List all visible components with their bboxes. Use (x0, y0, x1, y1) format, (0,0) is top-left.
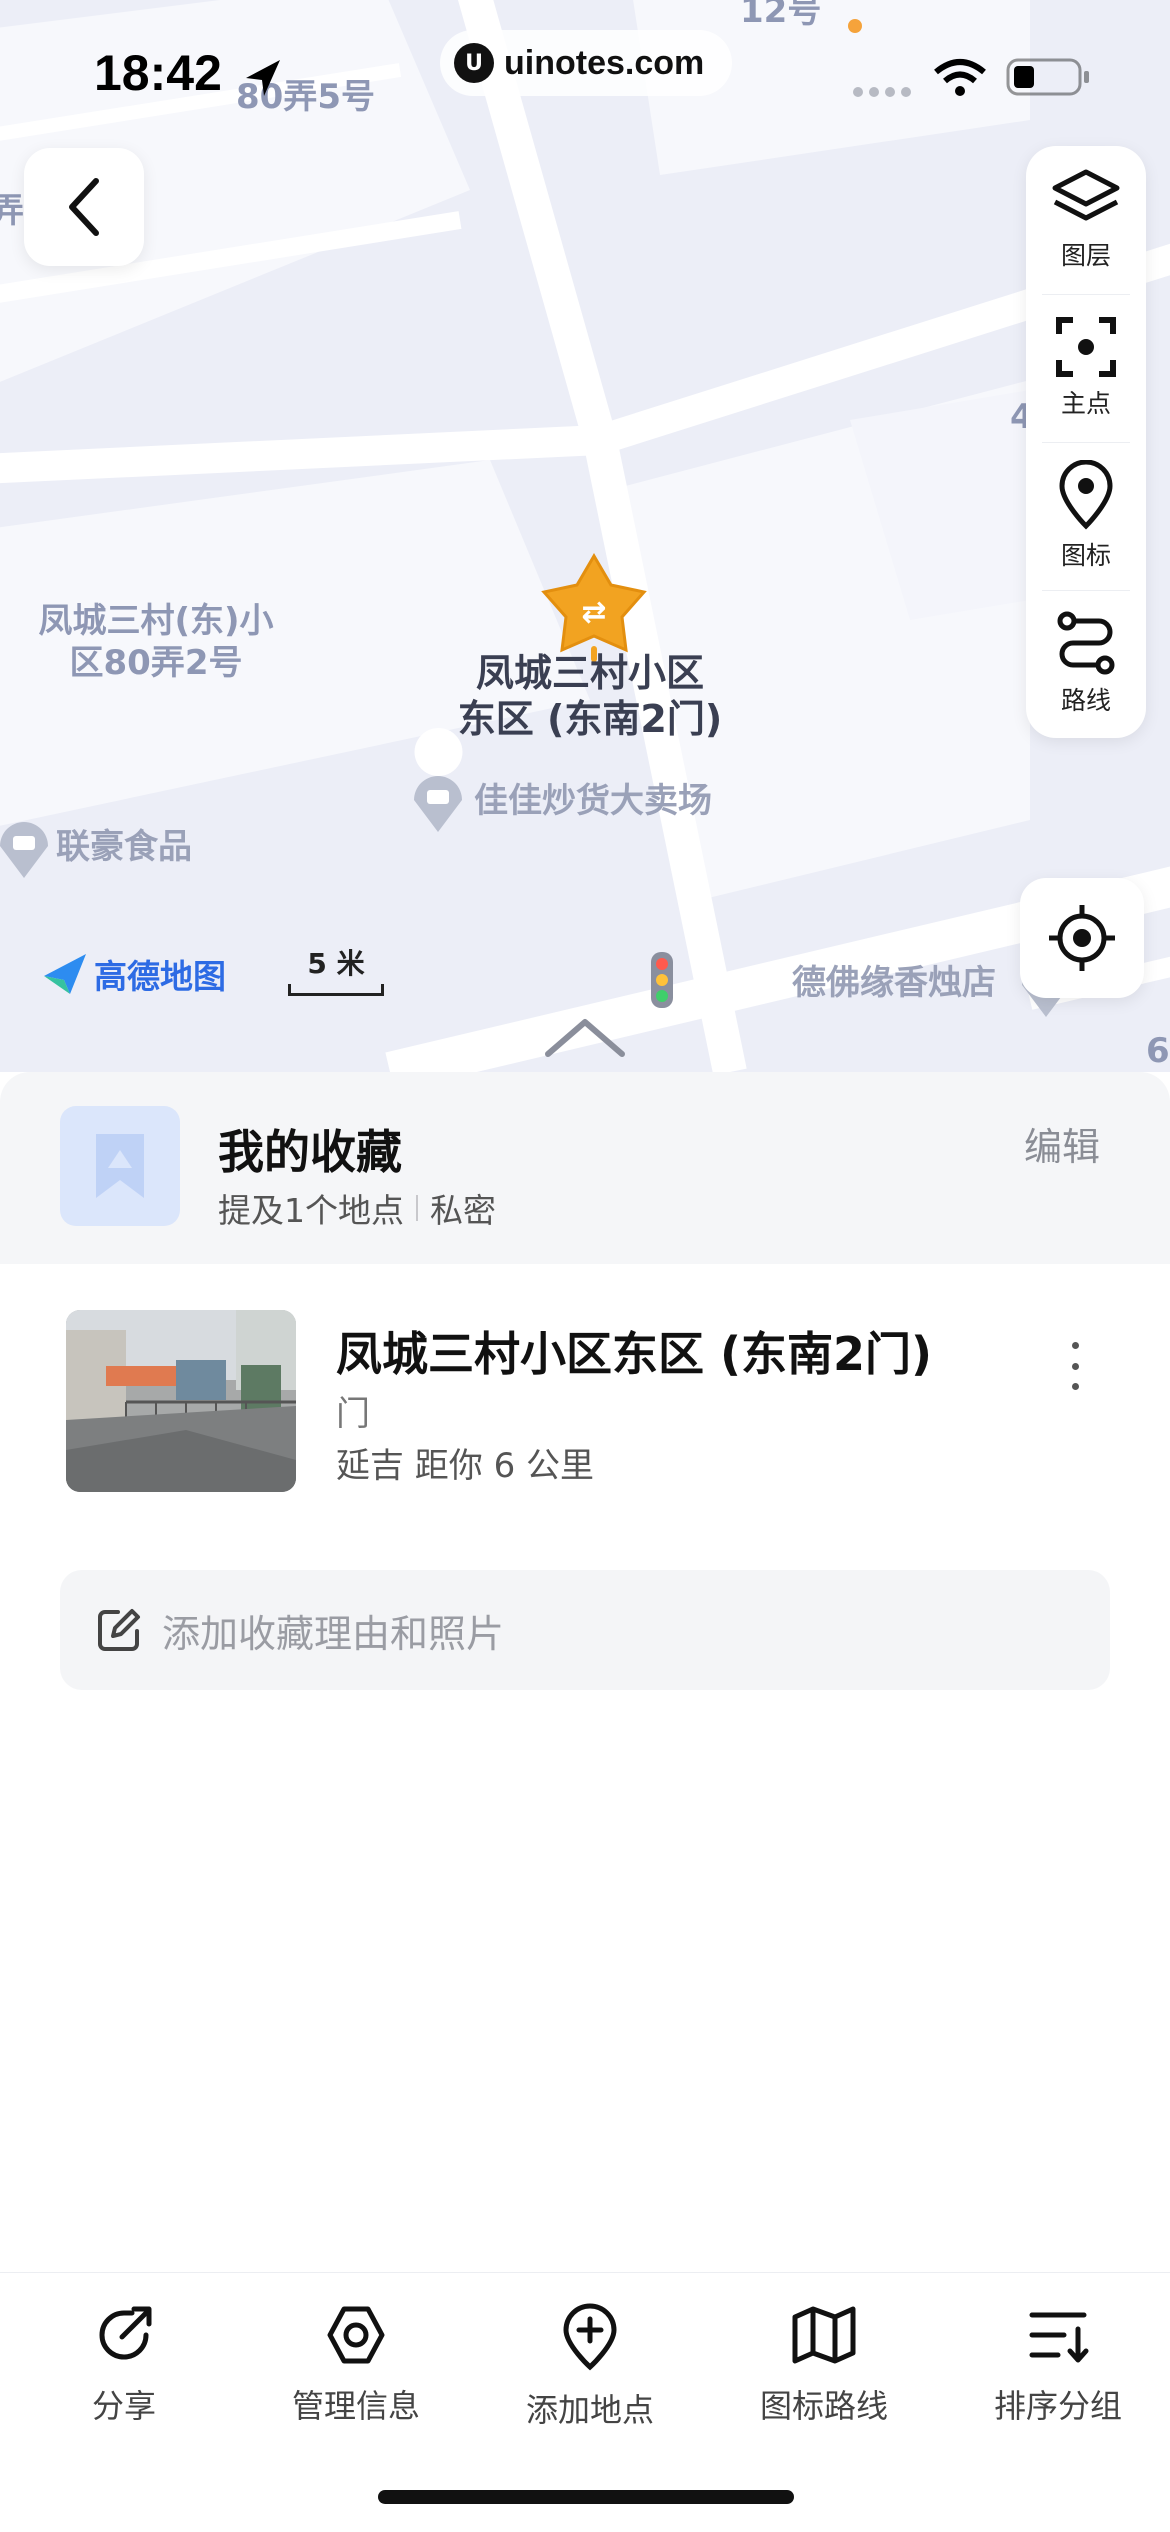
add-location-button[interactable]: 添加地点 (500, 2303, 680, 2431)
map-background: ⇄ (0, 0, 1170, 1072)
manage-info-button[interactable]: 管理信息 (266, 2303, 446, 2427)
favorites-count: 提及1个地点 (218, 1191, 404, 1230)
layers-button[interactable]: 图层 (1026, 146, 1146, 294)
share-icon (99, 2306, 152, 2360)
add-location-icon (563, 2303, 617, 2371)
location-arrow-icon (246, 60, 280, 96)
settings-hexagon-icon (327, 2306, 385, 2364)
map-tool-panel: 图层 主点 图标 路线 (1026, 146, 1146, 738)
share-label: 分享 (91, 2387, 156, 2425)
favorites-privacy: 私密 (430, 1191, 496, 1230)
map-brand-name: 高德地图 (94, 957, 226, 996)
favorites-cover[interactable] (60, 1106, 180, 1226)
back-button[interactable] (24, 148, 144, 266)
route-icon (1057, 611, 1115, 675)
route-button[interactable]: 路线 (1026, 590, 1146, 738)
focus-point-label: 主点 (1060, 389, 1111, 418)
favorites-title: 我的收藏 (218, 1125, 402, 1179)
place-name: 凤城三村小区东区 (东南2门) (336, 1327, 933, 1381)
selected-place-label-line1: 凤城三村小区 (475, 651, 704, 695)
map-area-label: 12号 (740, 0, 822, 31)
icon-pin-label: 图标 (1060, 541, 1111, 570)
locate-me-button[interactable] (1020, 878, 1144, 998)
edit-button[interactable]: 编辑 (1024, 1116, 1100, 1171)
map-scale-text: 5 米 (307, 947, 365, 980)
url-text: uinotes.com (504, 43, 705, 82)
place-type: 门 (336, 1394, 370, 1434)
poi-label[interactable]: 佳佳炒货大卖场 (474, 780, 712, 822)
status-time: 18:42 (94, 45, 222, 101)
layers-icon (1052, 169, 1120, 221)
signal-dots-icon (853, 87, 911, 97)
icon-pin-button[interactable]: 图标 (1026, 442, 1146, 590)
svg-text:⇄: ⇄ (581, 595, 606, 630)
sort-group-button[interactable]: 排序分组 (968, 2303, 1148, 2427)
more-dots-icon (1071, 1342, 1079, 1349)
icon-route-label: 图标路线 (759, 2387, 888, 2425)
map-scale: 5 米 (288, 942, 384, 996)
crosshair-icon (1049, 905, 1115, 971)
selected-place-label[interactable]: 凤城三村小区 东区 (东南2门) (440, 650, 740, 742)
map-area-label: 6 (1146, 1031, 1170, 1071)
add-note-placeholder: 添加收藏理由和照片 (162, 1611, 505, 1656)
place-list-item[interactable]: 凤城三村小区东区 (东南2门) 门 延吉 距你 6 公里 (0, 1298, 1170, 1498)
map-area-label: 弄 (0, 191, 24, 231)
place-photo (66, 1310, 296, 1492)
chevron-left-icon (69, 178, 99, 236)
url-pill[interactable]: U uinotes.com (440, 30, 732, 96)
place-meta: 延吉 距你 6 公里 (336, 1446, 595, 1486)
poi-label[interactable]: 德佛缘香烛店 (792, 962, 996, 1004)
selected-place-label-line2: 东区 (东南2门) (457, 697, 723, 741)
edit-pencil-icon (98, 1609, 140, 1651)
poi-label[interactable]: 联豪食品 (56, 826, 192, 868)
amap-logo-icon (44, 954, 86, 994)
map-area-label: 凤城三村(东)小区80弄2号 (38, 601, 274, 683)
share-button[interactable]: 分享 (34, 2303, 214, 2427)
place-thumbnail[interactable] (66, 1310, 296, 1492)
map-route-icon (792, 2306, 856, 2364)
sort-group-label: 排序分组 (993, 2387, 1122, 2425)
add-note-field[interactable]: 添加收藏理由和照片 (60, 1570, 1110, 1690)
traffic-light-icon (651, 952, 673, 1008)
location-pin-icon (1059, 460, 1113, 530)
icon-route-button[interactable]: 图标路线 (734, 2303, 914, 2427)
wifi-icon (934, 59, 986, 96)
focus-point-icon (1056, 317, 1116, 377)
battery-icon (1006, 58, 1089, 96)
focus-point-button[interactable]: 主点 (1026, 294, 1146, 442)
chevron-up-icon[interactable] (542, 1014, 628, 1060)
favorites-subtitle: 提及1个地点 私密 (218, 1184, 496, 1232)
bookmark-icon (96, 1134, 144, 1198)
map-view[interactable]: ⇄ 80弄5号 12号 凤城三村(东)小区80弄2号 6 弄 4 凤城三村小区 … (0, 0, 1170, 1072)
manage-info-label: 管理信息 (291, 2387, 420, 2425)
layers-label: 图层 (1060, 241, 1111, 270)
map-brand: 高德地图 (42, 950, 226, 998)
sort-icon (1029, 2312, 1089, 2363)
more-options-button[interactable] (1060, 1336, 1090, 1396)
favorites-header: 我的收藏 提及1个地点 私密 编辑 (0, 1072, 1170, 1264)
route-label: 路线 (1060, 686, 1111, 715)
add-location-label: 添加地点 (525, 2391, 654, 2429)
home-indicator[interactable] (378, 2490, 794, 2504)
uinotes-logo-icon: U (454, 43, 494, 83)
